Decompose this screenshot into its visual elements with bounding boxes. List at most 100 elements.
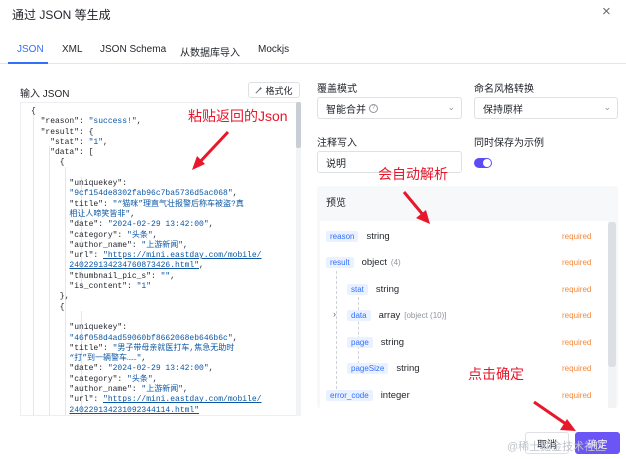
- code-token: ,: [232, 333, 238, 343]
- schema-row-error-code[interactable]: error_code integer: [326, 387, 410, 403]
- code-token: "“猫咪”理直气壮报警后称车被盗?真: [112, 199, 244, 209]
- schema-row-pagesize[interactable]: pageSize string: [347, 360, 420, 376]
- code-token: "": [160, 271, 171, 281]
- tab-xml[interactable]: XML: [62, 44, 83, 55]
- required-label: required: [562, 364, 592, 373]
- naming-style-value: 保持原样: [483, 104, 523, 116]
- code-line: "46f058d4ad59060bf8662068eb646b6c",: [31, 334, 261, 344]
- code-token: "category":: [31, 230, 128, 240]
- code-token: ,: [152, 230, 158, 240]
- code-line: "title": "“猫咪”理直气壮报警后称车被盗?真: [31, 200, 261, 210]
- code-line: "category": "头条",: [31, 231, 261, 241]
- field-name: page: [347, 336, 373, 348]
- schema-row-data[interactable]: data array [object (10)]: [347, 307, 446, 323]
- preview-scrollbar-thumb[interactable]: [608, 222, 616, 367]
- code-line: "author_name": "上游新闻",: [31, 241, 261, 251]
- json-input-label: 输入 JSON: [20, 89, 70, 100]
- code-line: "thumbnail_pic_s": "",: [31, 272, 261, 282]
- tab-json[interactable]: JSON: [17, 44, 44, 55]
- annotation-paste-json: 粘贴返回的Json: [188, 108, 288, 124]
- format-button[interactable]: 格式化: [248, 82, 300, 98]
- json-import-dialog: 通过 JSON 等生成 × JSON XML JSON Schema 从数据库导…: [0, 0, 626, 459]
- field-type-detail: (4): [390, 257, 401, 267]
- code-token: "9cf154de8302fab96c7ba5736d5ac068": [69, 189, 233, 199]
- code-token: "url":: [31, 395, 104, 405]
- override-mode-select[interactable]: 智能合并 ? ⌄: [317, 97, 462, 119]
- code-token: {: [31, 302, 65, 312]
- schema-row-page[interactable]: page string: [347, 334, 404, 350]
- tab-database-import[interactable]: 从数据库导入: [180, 44, 240, 59]
- code-token: "date":: [31, 364, 108, 374]
- required-label: required: [562, 232, 592, 241]
- code-line: "url": "https://mini.eastday.com/mobile/: [31, 395, 261, 405]
- code-token: ,: [183, 385, 188, 395]
- field-name: pageSize: [347, 362, 389, 374]
- naming-style-select[interactable]: 保持原样 ⌄: [474, 97, 618, 119]
- tab-bar: JSON XML JSON Schema 从数据库导入 Mockjs: [0, 36, 626, 64]
- code-token: "category":: [31, 374, 128, 384]
- schema-row-reason[interactable]: reason string: [326, 228, 390, 244]
- comment-write-label: 注释写入: [317, 138, 357, 149]
- code-token: {: [31, 158, 65, 168]
- code-token: "stat":: [31, 137, 89, 147]
- tab-mockjs[interactable]: Mockjs: [258, 44, 289, 55]
- annotation-arrow: [402, 191, 430, 224]
- code-token: "uniquekey":: [31, 323, 128, 333]
- code-line: {: [31, 303, 261, 313]
- save-example-toggle[interactable]: [474, 158, 492, 168]
- code-line: 240229134231092344114.html": [31, 406, 261, 415]
- editor-scrollbar[interactable]: [296, 102, 301, 416]
- chevron-right-icon[interactable]: ›: [333, 309, 336, 319]
- code-token: "success!": [88, 117, 137, 127]
- code-token: "is_content":: [31, 282, 137, 292]
- code-line: "author_name": "上游新闻",: [31, 385, 261, 395]
- code-token: "2024-02-29 13:42:00": [107, 220, 209, 230]
- required-label: required: [562, 338, 592, 347]
- code-line: },: [31, 292, 261, 302]
- code-token: "title":: [31, 199, 113, 209]
- chevron-down-icon: ⌄: [447, 102, 455, 112]
- code-token: "author_name":: [31, 385, 142, 395]
- code-line: "is_content": "1": [31, 282, 261, 292]
- annotation-auto-parse: 会自动解析: [378, 166, 448, 182]
- code-line: "uniquekey":: [31, 179, 261, 189]
- tab-json-schema[interactable]: JSON Schema: [100, 44, 166, 55]
- field-type: string: [366, 230, 390, 242]
- info-icon: ?: [369, 103, 378, 113]
- annotation-arrow: [533, 400, 576, 431]
- schema-row-result[interactable]: result object (4): [326, 254, 401, 270]
- field-type-detail: [object (10)]: [404, 310, 447, 320]
- code-token: ,: [199, 261, 204, 271]
- magic-wand-icon: [255, 86, 263, 94]
- field-type: object: [361, 256, 387, 268]
- json-editor[interactable]: { "reason": "success!", "result": { "sta…: [20, 102, 301, 416]
- code-token: "result": {: [31, 127, 94, 137]
- editor-scrollbar-thumb[interactable]: [296, 102, 301, 148]
- code-token: ,: [141, 354, 147, 364]
- close-icon[interactable]: ×: [602, 3, 611, 20]
- chevron-down-icon: ⌄: [603, 102, 611, 112]
- schema-row-stat[interactable]: stat string: [347, 281, 399, 297]
- code-token: "title":: [31, 343, 113, 353]
- tree-connector: [336, 271, 337, 394]
- code-line: 相让人啼笑皆非",: [31, 210, 261, 220]
- code-token: "data": [: [31, 148, 94, 158]
- code-token: "reason":: [31, 117, 89, 127]
- field-name: reason: [326, 230, 359, 242]
- code-token: “打”到一辆警车……": [69, 354, 142, 364]
- preview-title: 预览: [326, 198, 346, 209]
- code-token: ,: [170, 271, 176, 281]
- tab-active-indicator: [8, 62, 48, 64]
- json-input-panel: 输入 JSON 格式化 { "reason": "success!", "res…: [12, 78, 301, 416]
- code-token: },: [31, 292, 70, 302]
- format-button-label: 格式化: [265, 85, 293, 96]
- code-token: ,: [208, 220, 214, 230]
- override-mode-label: 覆盖模式: [317, 84, 357, 95]
- save-example-label: 同时保存为示例: [474, 138, 544, 149]
- field-type: string: [380, 336, 405, 348]
